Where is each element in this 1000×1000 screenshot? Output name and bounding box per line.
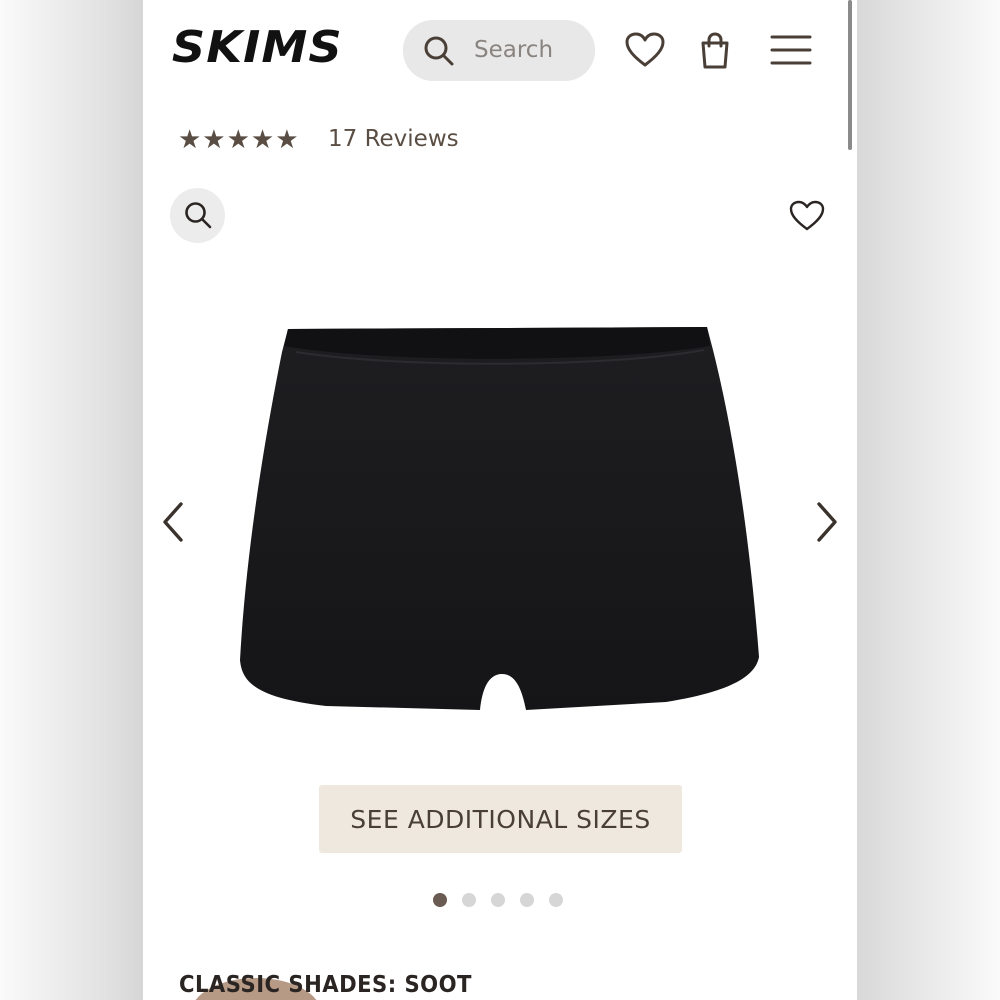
shade-label: CLASSIC SHADES: SOOT: [179, 972, 472, 998]
background-right: [857, 0, 1000, 1000]
carousel-dot[interactable]: [520, 893, 534, 907]
wishlist-heart-icon[interactable]: [789, 200, 825, 232]
next-image-arrow[interactable]: [811, 500, 841, 544]
zoom-button[interactable]: [170, 188, 225, 243]
phone-screen: SKIMS Search ★★★★★ 17 Reviews SEE ADDITI…: [143, 0, 857, 1000]
product-image[interactable]: [236, 322, 766, 717]
see-additional-sizes-button[interactable]: SEE ADDITIONAL SIZES: [319, 785, 682, 853]
scrollbar[interactable]: [848, 0, 852, 150]
zoom-icon: [185, 202, 212, 229]
search-placeholder: Search: [474, 37, 554, 63]
search-icon: [424, 36, 454, 66]
carousel-dot[interactable]: [462, 893, 476, 907]
heart-icon[interactable]: [625, 32, 665, 68]
carousel-dot[interactable]: [491, 893, 505, 907]
bag-icon[interactable]: [700, 32, 730, 70]
brand-logo[interactable]: SKIMS: [172, 22, 343, 73]
search-bar[interactable]: Search: [403, 20, 595, 81]
previous-image-arrow[interactable]: [159, 500, 189, 544]
menu-icon[interactable]: [770, 34, 812, 66]
reviews-count[interactable]: 17 Reviews: [328, 126, 459, 152]
site-header: SKIMS Search: [143, 0, 857, 100]
background-left: [0, 0, 143, 1000]
carousel-dot[interactable]: [549, 893, 563, 907]
rating-stars: ★★★★★: [178, 125, 300, 155]
carousel-dot[interactable]: [433, 893, 447, 907]
